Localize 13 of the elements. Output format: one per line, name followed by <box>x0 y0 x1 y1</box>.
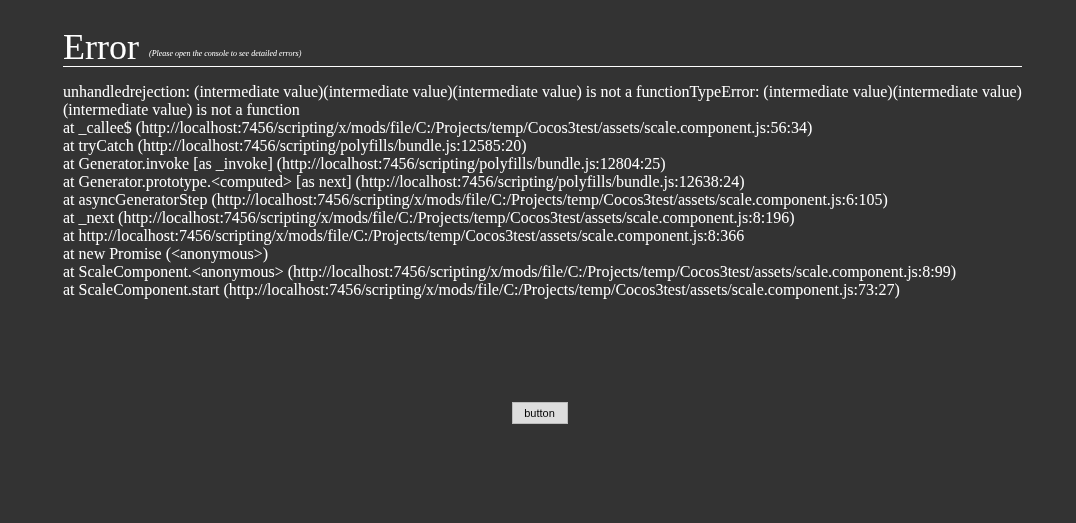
error-title: Error <box>63 28 139 66</box>
stack-trace-line: at ScaleComponent.start (http://localhost:7456/scripting/x/mods/file/C:/Projects/temp/Cocos3test/assets/scale.component.js:73:27) <box>63 281 900 299</box>
stack-trace-line: at ScaleComponent.<anonymous> (http://localhost:7456/scripting/x/mods/file/C:/Projects/temp/Cocos3test/assets/scale.component.js:8:99) <box>63 263 957 281</box>
stack-trace-line: at _next (http://localhost:7456/scripting/x/mods/file/C:/Projects/temp/Cocos3test/assets/scale.component.js:8:196) <box>63 209 795 227</box>
stack-trace-line: at Generator.invoke [as _invoke] (http://localhost:7456/scripting/polyfills/bundle.js:12804:25) <box>63 155 666 173</box>
button[interactable]: button <box>511 402 568 424</box>
stack-trace-line: at new Promise (<anonymous>) <box>63 245 269 263</box>
stack-trace-line: at Generator.prototype.<computed> [as next] (http://localhost:7456/scripting/polyfills/bundle.js:12638:24) <box>63 173 745 191</box>
stack-trace-line: at _callee$ (http://localhost:7456/scripting/x/mods/file/C:/Projects/temp/Cocos3test/assets/scale.component.js:56:34) <box>63 119 813 137</box>
stack-trace-line: at http://localhost:7456/scripting/x/mods/file/C:/Projects/temp/Cocos3test/assets/scale.component.js:8:366 <box>63 227 745 245</box>
stack-trace-line: at tryCatch (http://localhost:7456/scripting/polyfills/bundle.js:12585:20) <box>63 137 527 155</box>
stack-trace-line: at asyncGeneratorStep (http://localhost:7456/scripting/x/mods/file/C:/Projects/temp/Cocos3test/assets/scale.component.js:6:105) <box>63 191 888 209</box>
error-hint: (Please open the console to see detailed errors) <box>148 48 302 60</box>
